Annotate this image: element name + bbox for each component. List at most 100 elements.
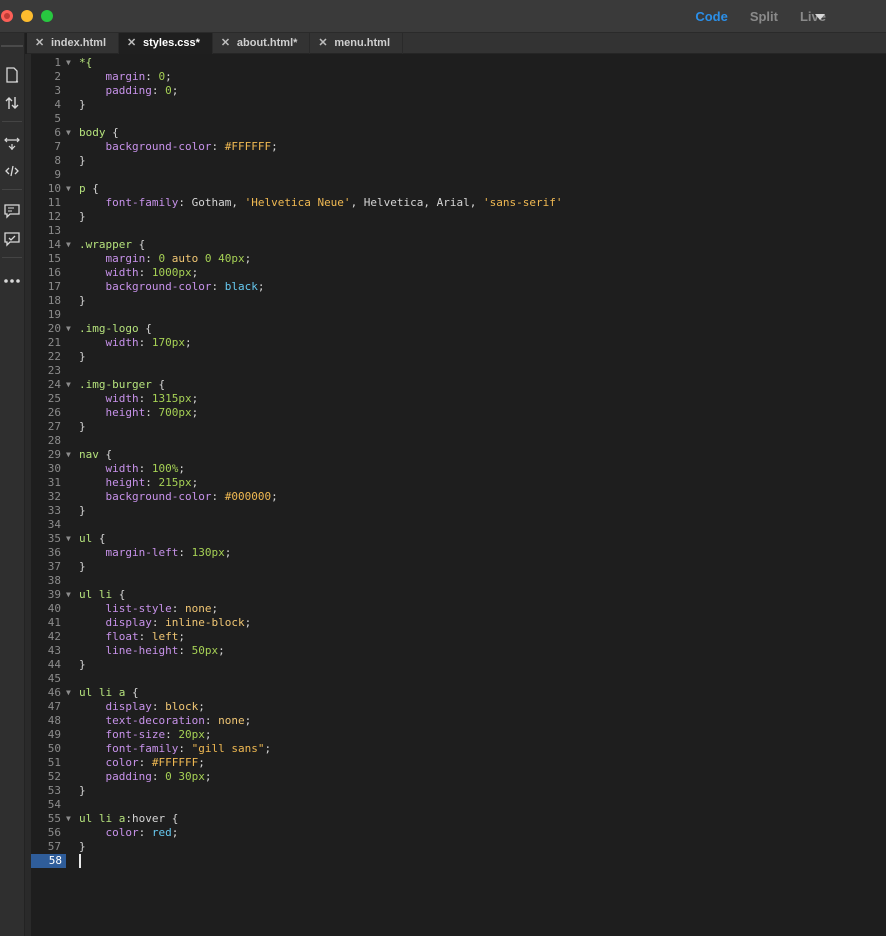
fold-toggle-icon[interactable]: ▼ bbox=[66, 238, 71, 252]
code-line[interactable]: 42 float: left; bbox=[31, 630, 886, 644]
code-line[interactable]: 15 margin: 0 auto 0 40px; bbox=[31, 252, 886, 266]
line-number: 10 bbox=[47, 182, 61, 195]
code-line[interactable]: 6 ▼ body { bbox=[31, 126, 886, 140]
code-line[interactable]: 40 list-style: none; bbox=[31, 602, 886, 616]
code-line[interactable]: 10 ▼ p { bbox=[31, 182, 886, 196]
code-line[interactable]: 51 color: #FFFFFF; bbox=[31, 756, 886, 770]
tab-menu-html[interactable]: ✕ menu.html bbox=[310, 33, 404, 54]
code-line[interactable]: 44} bbox=[31, 658, 886, 672]
tab-styles-css[interactable]: ✕ styles.css* bbox=[119, 33, 213, 54]
fold-toggle-icon[interactable]: ▼ bbox=[66, 686, 71, 700]
code-line[interactable]: 4} bbox=[31, 98, 886, 112]
window-minimize-button[interactable] bbox=[21, 10, 33, 22]
code-line[interactable]: 58 bbox=[31, 854, 886, 868]
toolbar-grip[interactable] bbox=[1, 45, 23, 47]
file-icon[interactable] bbox=[2, 67, 22, 85]
code-text: color: red; bbox=[105, 826, 179, 839]
tab-index-html[interactable]: ✕ index.html bbox=[27, 33, 120, 54]
code-line[interactable]: 29 ▼ nav { bbox=[31, 448, 886, 462]
code-text: margin: 0 auto 0 40px; bbox=[105, 252, 252, 265]
code-line[interactable]: 2 margin: 0; bbox=[31, 70, 886, 84]
code-line[interactable]: 12} bbox=[31, 210, 886, 224]
code-line[interactable]: 13 bbox=[31, 224, 886, 238]
close-icon[interactable]: ✕ bbox=[318, 33, 327, 54]
tab-about-html[interactable]: ✕ about.html* bbox=[213, 33, 311, 54]
code-line[interactable]: 32 background-color: #000000; bbox=[31, 490, 886, 504]
code-line[interactable]: 53} bbox=[31, 784, 886, 798]
fold-toggle-icon[interactable]: ▼ bbox=[66, 532, 71, 546]
code-line[interactable]: 9 bbox=[31, 168, 886, 182]
code-line[interactable]: 21 width: 170px; bbox=[31, 336, 886, 350]
code-line[interactable]: 34 bbox=[31, 518, 886, 532]
fold-toggle-icon[interactable]: ▼ bbox=[66, 812, 71, 826]
code-line[interactable]: 27} bbox=[31, 420, 886, 434]
view-mode-split[interactable]: Split bbox=[750, 9, 778, 24]
fold-toggle-icon[interactable]: ▼ bbox=[66, 182, 71, 196]
code-line[interactable]: 36 margin-left: 130px; bbox=[31, 546, 886, 560]
code-line[interactable]: 49 font-size: 20px; bbox=[31, 728, 886, 742]
window-maximize-button[interactable] bbox=[41, 10, 53, 22]
code-line[interactable]: 45 bbox=[31, 672, 886, 686]
fold-toggle-icon[interactable]: ▼ bbox=[66, 56, 71, 70]
code-editor[interactable]: 1 ▼ *{2 margin: 0; 3 padding: 0; 4} 5 6 ▼ body {… bbox=[31, 56, 886, 936]
arrows-updown-icon[interactable] bbox=[2, 95, 22, 113]
code-line[interactable]: 48 text-decoration: none; bbox=[31, 714, 886, 728]
code-line[interactable]: 24 ▼ .img-burger { bbox=[31, 378, 886, 392]
code-line[interactable]: 30 width: 100%; bbox=[31, 462, 886, 476]
code-line[interactable]: 26 height: 700px; bbox=[31, 406, 886, 420]
chevron-down-icon[interactable] bbox=[815, 14, 825, 20]
code-line[interactable]: 46 ▼ ul li a { bbox=[31, 686, 886, 700]
code-line[interactable]: 25 width: 1315px; bbox=[31, 392, 886, 406]
line-number: 5 bbox=[54, 112, 61, 125]
expand-icon[interactable] bbox=[2, 135, 22, 153]
comment-check-icon[interactable] bbox=[2, 231, 22, 249]
code-line[interactable]: 37} bbox=[31, 560, 886, 574]
code-line[interactable]: 52 padding: 0 30px; bbox=[31, 770, 886, 784]
code-line[interactable]: 47 display: block; bbox=[31, 700, 886, 714]
code-line[interactable]: 39 ▼ ul li { bbox=[31, 588, 886, 602]
code-line[interactable]: 23 bbox=[31, 364, 886, 378]
code-line[interactable]: 54 bbox=[31, 798, 886, 812]
code-tag-icon[interactable] bbox=[2, 163, 22, 181]
code-line[interactable]: 55 ▼ ul li a:hover { bbox=[31, 812, 886, 826]
fold-toggle-icon[interactable]: ▼ bbox=[66, 588, 71, 602]
code-line[interactable]: 8} bbox=[31, 154, 886, 168]
code-line[interactable]: 19 bbox=[31, 308, 886, 322]
close-icon[interactable]: ✕ bbox=[127, 33, 136, 54]
view-mode-code[interactable]: Code bbox=[695, 9, 728, 24]
fold-toggle-icon[interactable]: ▼ bbox=[66, 126, 71, 140]
window-close-button[interactable] bbox=[1, 10, 13, 22]
code-line[interactable]: 17 background-color: black; bbox=[31, 280, 886, 294]
code-line[interactable]: 11 font-family: Gotham, 'Helvetica Neue'… bbox=[31, 196, 886, 210]
code-line[interactable]: 7 background-color: #FFFFFF; bbox=[31, 140, 886, 154]
code-line[interactable]: 41 display: inline-block; bbox=[31, 616, 886, 630]
code-line[interactable]: 16 width: 1000px; bbox=[31, 266, 886, 280]
code-line[interactable]: 28 bbox=[31, 434, 886, 448]
code-line[interactable]: 38 bbox=[31, 574, 886, 588]
code-line[interactable]: 22} bbox=[31, 350, 886, 364]
code-line[interactable]: 35 ▼ ul { bbox=[31, 532, 886, 546]
code-line[interactable]: 50 font-family: "gill sans"; bbox=[31, 742, 886, 756]
fold-toggle-icon[interactable]: ▼ bbox=[66, 378, 71, 392]
code-line[interactable]: 5 bbox=[31, 112, 886, 126]
code-line[interactable]: 1 ▼ *{ bbox=[31, 56, 886, 70]
code-line[interactable]: 43 line-height: 50px; bbox=[31, 644, 886, 658]
code-line[interactable]: 56 color: red; bbox=[31, 826, 886, 840]
comment-icon[interactable] bbox=[2, 203, 22, 221]
more-icon[interactable] bbox=[2, 271, 22, 289]
line-number: 28 bbox=[47, 434, 61, 447]
code-line[interactable]: 33} bbox=[31, 504, 886, 518]
code-line[interactable]: 18} bbox=[31, 294, 886, 308]
line-number: 38 bbox=[47, 574, 61, 587]
close-icon[interactable]: ✕ bbox=[35, 33, 44, 54]
code-line[interactable]: 20 ▼ .img-logo { bbox=[31, 322, 886, 336]
line-number: 49 bbox=[47, 728, 61, 741]
fold-toggle-icon[interactable]: ▼ bbox=[66, 448, 71, 462]
line-number: 57 bbox=[47, 840, 61, 853]
code-line[interactable]: 3 padding: 0; bbox=[31, 84, 886, 98]
code-line[interactable]: 57} bbox=[31, 840, 886, 854]
fold-toggle-icon[interactable]: ▼ bbox=[66, 322, 71, 336]
code-line[interactable]: 31 height: 215px; bbox=[31, 476, 886, 490]
code-line[interactable]: 14 ▼ .wrapper { bbox=[31, 238, 886, 252]
close-icon[interactable]: ✕ bbox=[221, 33, 230, 54]
